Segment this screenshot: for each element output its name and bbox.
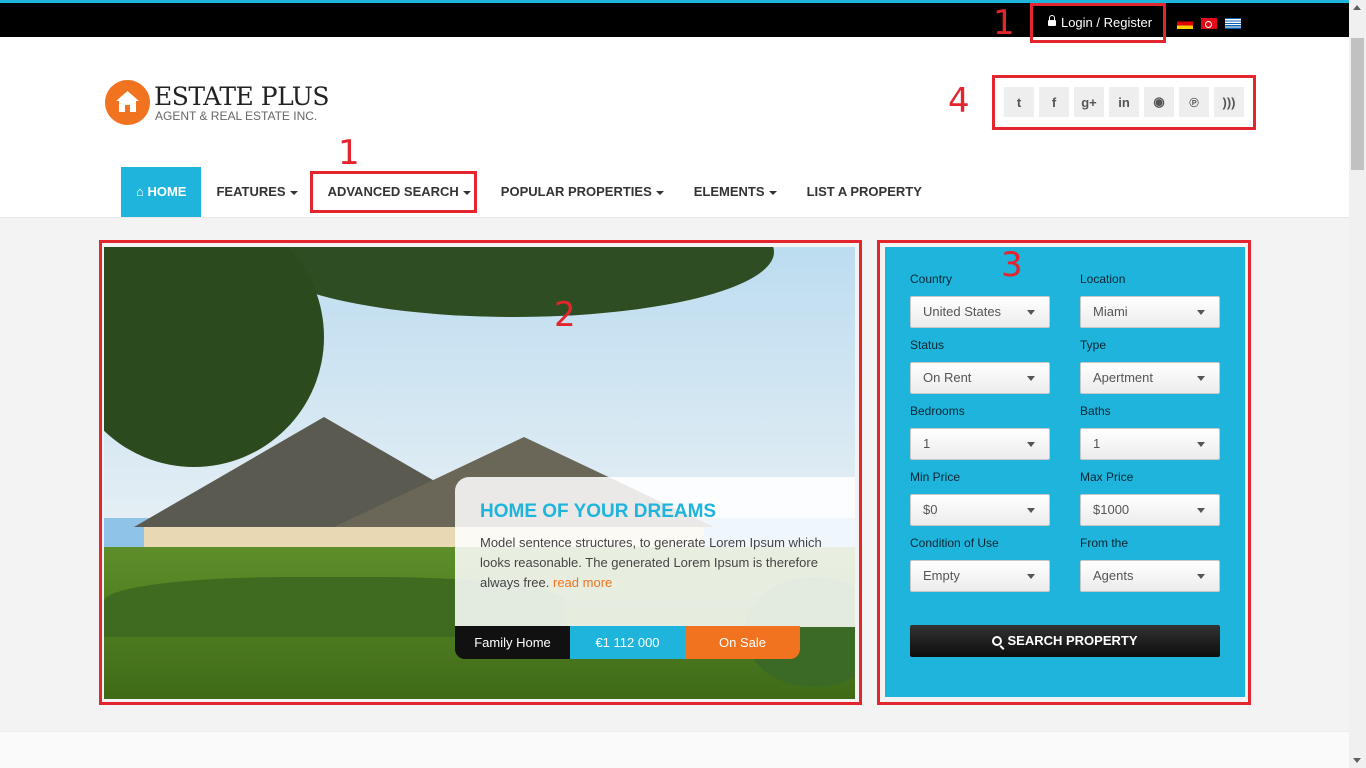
nav-elements[interactable]: ELEMENTS bbox=[679, 167, 792, 217]
caret-down-icon bbox=[768, 190, 777, 195]
greek-flag-icon[interactable] bbox=[1225, 18, 1241, 29]
nav-home-label: HOME bbox=[147, 184, 187, 199]
home-icon bbox=[116, 91, 139, 112]
scroll-up-arrow-icon[interactable] bbox=[1353, 5, 1361, 10]
nav-elements-label: ELEMENTS bbox=[693, 184, 765, 199]
scrollbar-thumb[interactable] bbox=[1351, 38, 1364, 170]
turkish-flag-icon[interactable] bbox=[1201, 18, 1217, 29]
logo[interactable] bbox=[105, 80, 150, 125]
nav-list-property[interactable]: LIST A PROPERTY bbox=[792, 167, 937, 217]
annotation-number-1: 1 bbox=[993, 3, 1015, 43]
annotation-number-1b: 1 bbox=[338, 133, 360, 173]
annotation-box-hero bbox=[99, 240, 862, 705]
nav-home[interactable]: ⌂ HOME bbox=[121, 167, 202, 217]
scroll-down-arrow-icon[interactable] bbox=[1353, 758, 1361, 763]
annotation-number-4: 4 bbox=[948, 81, 970, 121]
brand-subtitle: AGENT & REAL ESTATE INC. bbox=[155, 109, 318, 123]
nav-list-property-label: LIST A PROPERTY bbox=[806, 184, 922, 199]
annotation-box-login bbox=[1030, 3, 1166, 43]
page-scrollbar[interactable] bbox=[1349, 0, 1366, 768]
caret-down-icon bbox=[289, 190, 298, 195]
annotation-box-advanced-search bbox=[310, 171, 477, 213]
brand-name[interactable]: ESTATE PLUS bbox=[154, 82, 330, 111]
annotation-box-search bbox=[877, 240, 1251, 705]
nav-features[interactable]: FEATURES bbox=[201, 167, 312, 217]
nav-popular-properties[interactable]: POPULAR PROPERTIES bbox=[486, 167, 679, 217]
annotation-number-2: 2 bbox=[554, 295, 576, 335]
nav-features-label: FEATURES bbox=[216, 184, 286, 199]
annotation-number-3: 3 bbox=[1001, 245, 1023, 285]
caret-down-icon bbox=[655, 190, 664, 195]
content-divider bbox=[0, 731, 1349, 768]
nav-popular-properties-label: POPULAR PROPERTIES bbox=[500, 184, 652, 199]
annotation-box-social bbox=[992, 75, 1256, 130]
german-flag-icon[interactable] bbox=[1177, 18, 1193, 29]
main-nav: ⌂ HOME FEATURES ADVANCED SEARCH POPULAR … bbox=[121, 167, 937, 217]
